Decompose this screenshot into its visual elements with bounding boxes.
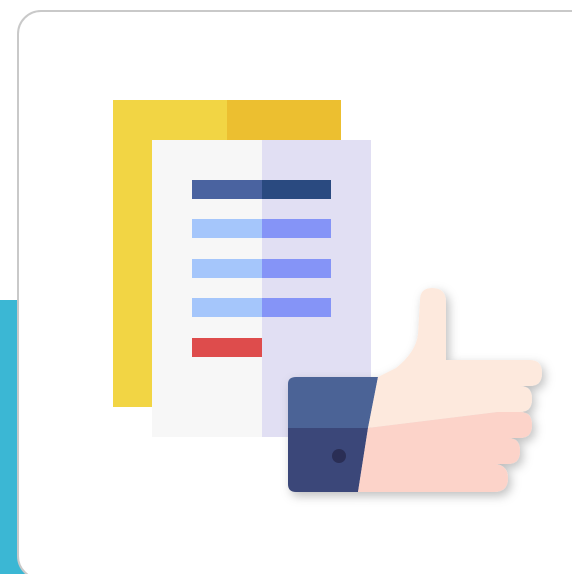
hand-upper <box>368 288 542 428</box>
sleeve-cuff <box>288 377 378 428</box>
sleeve-cuff-lower <box>288 428 368 492</box>
document-line-signature <box>192 338 262 357</box>
cuff-button <box>332 449 346 463</box>
document-approval-thumbs-up-icon <box>113 100 542 492</box>
document-line-3 <box>192 298 331 317</box>
document-line-2 <box>192 259 331 278</box>
document-line-title <box>192 180 331 199</box>
icon-canvas <box>0 0 572 574</box>
document-line-1 <box>192 219 331 238</box>
